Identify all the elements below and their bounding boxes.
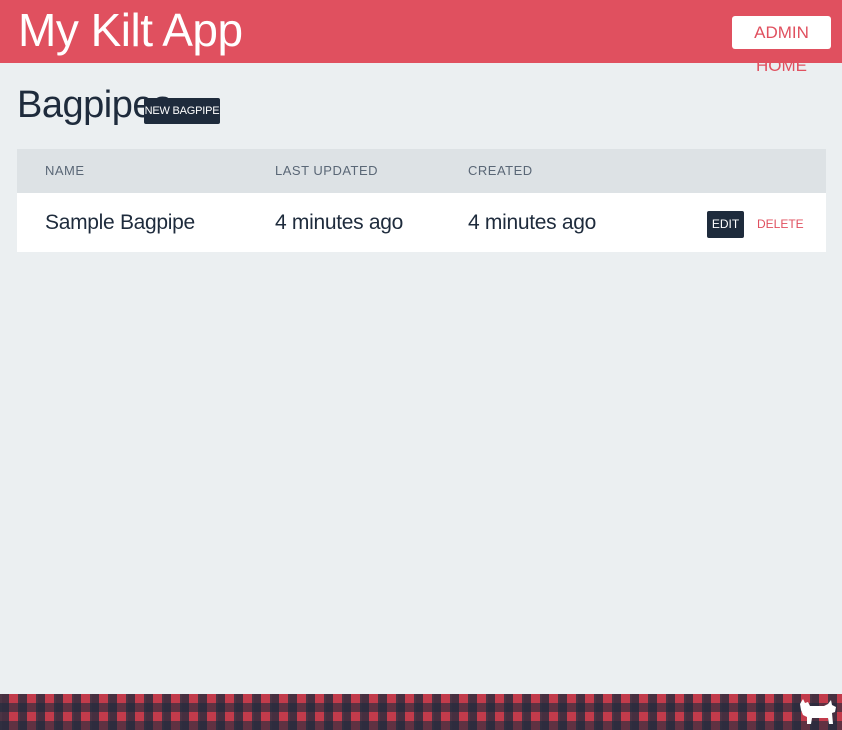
- column-header-name: NAME: [45, 163, 85, 178]
- app-header: My Kilt App ADMIN HOME: [0, 0, 842, 75]
- app-title[interactable]: My Kilt App: [18, 2, 243, 58]
- column-header-last-updated: LAST UPDATED: [275, 163, 379, 178]
- column-header-created: CREATED: [468, 163, 533, 178]
- bagpipes-table: NAME LAST UPDATED CREATED Sample Bagpipe…: [17, 149, 826, 252]
- edit-button[interactable]: EDIT: [707, 211, 744, 238]
- admin-home-button[interactable]: ADMIN HOME: [732, 16, 831, 75]
- table-row: Sample Bagpipe 4 minutes ago 4 minutes a…: [17, 193, 826, 252]
- table-header-row: NAME LAST UPDATED CREATED: [17, 149, 826, 193]
- row-last-updated: 4 minutes ago: [275, 211, 404, 234]
- delete-button[interactable]: DELETE: [757, 211, 804, 238]
- row-name-link[interactable]: Sample Bagpipe: [45, 193, 195, 252]
- new-bagpipe-button[interactable]: NEW BAGPIPE: [144, 98, 220, 124]
- row-created: 4 minutes ago: [468, 211, 597, 234]
- tartan-footer: [0, 694, 842, 730]
- scottie-dog-icon: [800, 699, 836, 724]
